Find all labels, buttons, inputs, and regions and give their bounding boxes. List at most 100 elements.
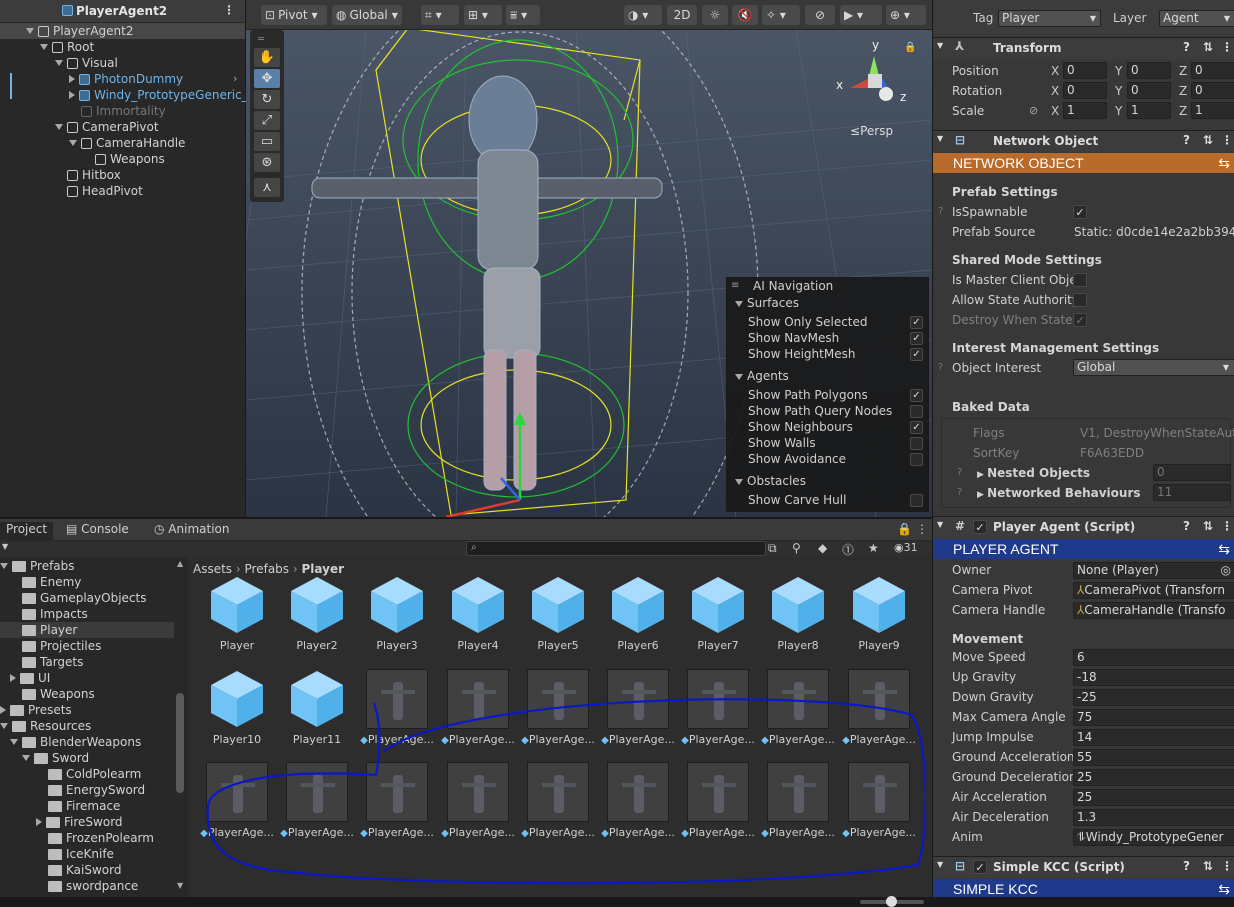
hierarchy-item-playeragent2[interactable]: PlayerAgent2	[0, 23, 245, 39]
folder-weapons[interactable]: Weapons	[22, 686, 95, 702]
movement-field-input[interactable]: 1.3	[1073, 809, 1234, 826]
thumbnail-size-slider[interactable]	[860, 896, 924, 907]
transform-component-header[interactable]: ▼ ⅄ Transform ? ⇅ ⋮	[933, 37, 1234, 59]
owner-field[interactable]: None (Player) ◎	[1073, 562, 1234, 579]
favorite-star-icon[interactable]: ★	[868, 541, 879, 555]
folder-projectiles[interactable]: Projectiles	[22, 638, 101, 654]
movement-field-input[interactable]: 14	[1073, 729, 1234, 746]
simple-kcc-header[interactable]: ▼ ⊟ ✓ Simple KCC (Script) ? ⇅ ⋮	[933, 856, 1234, 878]
movement-field-input[interactable]: 25	[1073, 789, 1234, 806]
show-neighbours-checkbox[interactable]: ✓	[910, 421, 923, 434]
expand-arrow-icon[interactable]: ▼	[937, 520, 943, 529]
show-carve-hull-checkbox[interactable]	[910, 494, 923, 507]
folder-firemace[interactable]: Firemace	[48, 798, 120, 814]
expand-arrow-icon[interactable]	[55, 60, 63, 66]
show-path-query-nodes-checkbox[interactable]	[910, 405, 923, 418]
rot-y-field[interactable]: 0	[1127, 82, 1171, 99]
nested-objects-foldout[interactable]: ▶ Nested Objects	[977, 466, 1090, 480]
movement-field-input[interactable]: 25	[1073, 769, 1234, 786]
folder-gameplayobjects[interactable]: GameplayObjects	[22, 590, 146, 606]
camera-dropdown[interactable]: ▶ ▾	[840, 5, 882, 25]
show-heightmesh-checkbox[interactable]: ✓	[910, 348, 923, 361]
ruler-button[interactable]: ⩸ ▾	[506, 5, 540, 25]
simple-kcc-enabled-checkbox[interactable]: ✓	[973, 860, 987, 874]
is-master-client-checkbox[interactable]	[1073, 273, 1087, 287]
camera-handle-field[interactable]: ⅄CameraHandle (Transfo	[1073, 602, 1234, 619]
global-dropdown[interactable]: ◍ Global ▼	[332, 5, 402, 25]
help-icon[interactable]: ?	[1183, 40, 1190, 54]
hierarchy-item-visual[interactable]: Visual	[55, 55, 118, 71]
expand-arrow-icon[interactable]	[0, 723, 8, 729]
rot-x-field[interactable]: 0	[1063, 82, 1107, 99]
increment-snap-button[interactable]: ⊞ ▾	[464, 5, 502, 25]
breadcrumb-player[interactable]: Player	[302, 562, 345, 576]
show-only-selected-checkbox[interactable]: ✓	[910, 316, 923, 329]
collapse-arrow-icon[interactable]	[0, 706, 6, 714]
preset-sliders-icon[interactable]: ⇅	[1203, 859, 1213, 873]
preset-sliders-icon[interactable]: ⇅	[1203, 40, 1213, 54]
transform-tool-icon[interactable]: ⊛	[254, 153, 280, 172]
hierarchy-item-camerapivot[interactable]: CameraPivot	[55, 119, 159, 135]
tooltip-icon[interactable]: ?	[938, 362, 943, 373]
help-icon[interactable]: ?	[1183, 133, 1190, 147]
hierarchy-item-photondummy[interactable]: PhotonDummy	[69, 71, 183, 87]
tooltip-icon[interactable]: ?	[957, 487, 962, 498]
move-tool-icon[interactable]: ✥	[254, 69, 280, 88]
rotate-tool-icon[interactable]: ↻	[254, 90, 280, 109]
hierarchy-item-headpivot[interactable]: HeadPivot	[67, 183, 143, 199]
filter-label-icon[interactable]: ◆	[818, 541, 827, 555]
scl-x-field[interactable]: 1	[1063, 102, 1107, 119]
collapse-arrow-icon[interactable]	[69, 91, 75, 99]
pos-y-field[interactable]: 0	[1127, 62, 1171, 79]
show-navmesh-checkbox[interactable]: ✓	[910, 332, 923, 345]
preset-sliders-icon[interactable]: ⇅	[1203, 133, 1213, 147]
tab-project[interactable]: Project	[0, 522, 54, 540]
effects-dropdown[interactable]: ✧ ▾	[762, 5, 800, 25]
orientation-gizmo[interactable]: y x z	[834, 38, 914, 110]
asset-item[interactable]: Player	[198, 575, 276, 652]
folder-ui[interactable]: UI	[10, 670, 50, 686]
folder-resources[interactable]: Resources	[0, 718, 91, 734]
toggle-2d-button[interactable]: 2D	[667, 5, 697, 25]
breadcrumb-prefabs[interactable]: Prefabs	[245, 562, 290, 576]
expand-arrow-icon[interactable]: ▼	[937, 41, 943, 50]
camera-pivot-field[interactable]: ⅄CameraPivot (Transforn	[1073, 582, 1234, 599]
folder-presets[interactable]: Presets	[0, 702, 72, 718]
show-path-polygons-checkbox[interactable]: ✓	[910, 389, 923, 402]
tooltip-icon[interactable]: ?	[938, 206, 943, 217]
lock-icon[interactable]: 🔒	[897, 522, 912, 536]
preset-sliders-icon[interactable]: ⇅	[1203, 519, 1213, 533]
allow-state-authority-checkbox[interactable]	[1073, 293, 1087, 307]
folder-kaisword[interactable]: KaiSword	[48, 862, 121, 878]
asset-item[interactable]: Player4	[439, 575, 517, 652]
tooltip-icon[interactable]: ?	[957, 467, 962, 478]
hidden-count[interactable]: ◉31	[894, 541, 918, 554]
tab-console[interactable]: ▤ Console	[66, 522, 129, 536]
pos-x-field[interactable]: 0	[1063, 62, 1107, 79]
tag-dropdown[interactable]: Player ▼	[998, 10, 1101, 27]
search-scope-icon[interactable]: ⧉	[768, 541, 777, 556]
folder-player[interactable]: Player	[0, 622, 174, 638]
player-agent-enabled-checkbox[interactable]: ✓	[973, 520, 987, 534]
folder-impacts[interactable]: Impacts	[22, 606, 88, 622]
hierarchy-item-windy[interactable]: Windy_PrototypeGeneric_	[69, 87, 248, 103]
asset-item[interactable]: Player8	[759, 575, 837, 652]
tab-animation[interactable]: ◷ Animation	[154, 522, 229, 536]
folder-firesword[interactable]: FireSword	[36, 814, 123, 830]
asset-item[interactable]: Player6	[599, 575, 677, 652]
player-agent-header[interactable]: ▼ # ✓ Player Agent (Script) ? ⇅ ⋮	[933, 516, 1234, 538]
pos-z-field[interactable]: 0	[1191, 62, 1234, 79]
movement-field-input[interactable]: 75	[1073, 709, 1234, 726]
scroll-up-icon[interactable]: ▲	[177, 559, 183, 568]
obstacles-section[interactable]: Obstacles	[735, 474, 806, 488]
grid-snap-button[interactable]: ⌗ ▾	[421, 5, 459, 25]
expand-arrow-icon[interactable]	[69, 140, 77, 146]
hierarchy-item-root[interactable]: Root	[40, 39, 94, 55]
create-dropdown-icon[interactable]: ▼	[2, 542, 8, 551]
expand-arrow-icon[interactable]: ▼	[937, 134, 943, 143]
asset-item[interactable]: Player9	[840, 575, 918, 652]
expand-arrow-icon[interactable]	[22, 755, 30, 761]
draw-mode-dropdown[interactable]: ◑ ▾	[624, 5, 662, 25]
folder-frozenpolearm[interactable]: FrozenPolearm	[48, 830, 154, 846]
scl-z-field[interactable]: 1	[1191, 102, 1234, 119]
